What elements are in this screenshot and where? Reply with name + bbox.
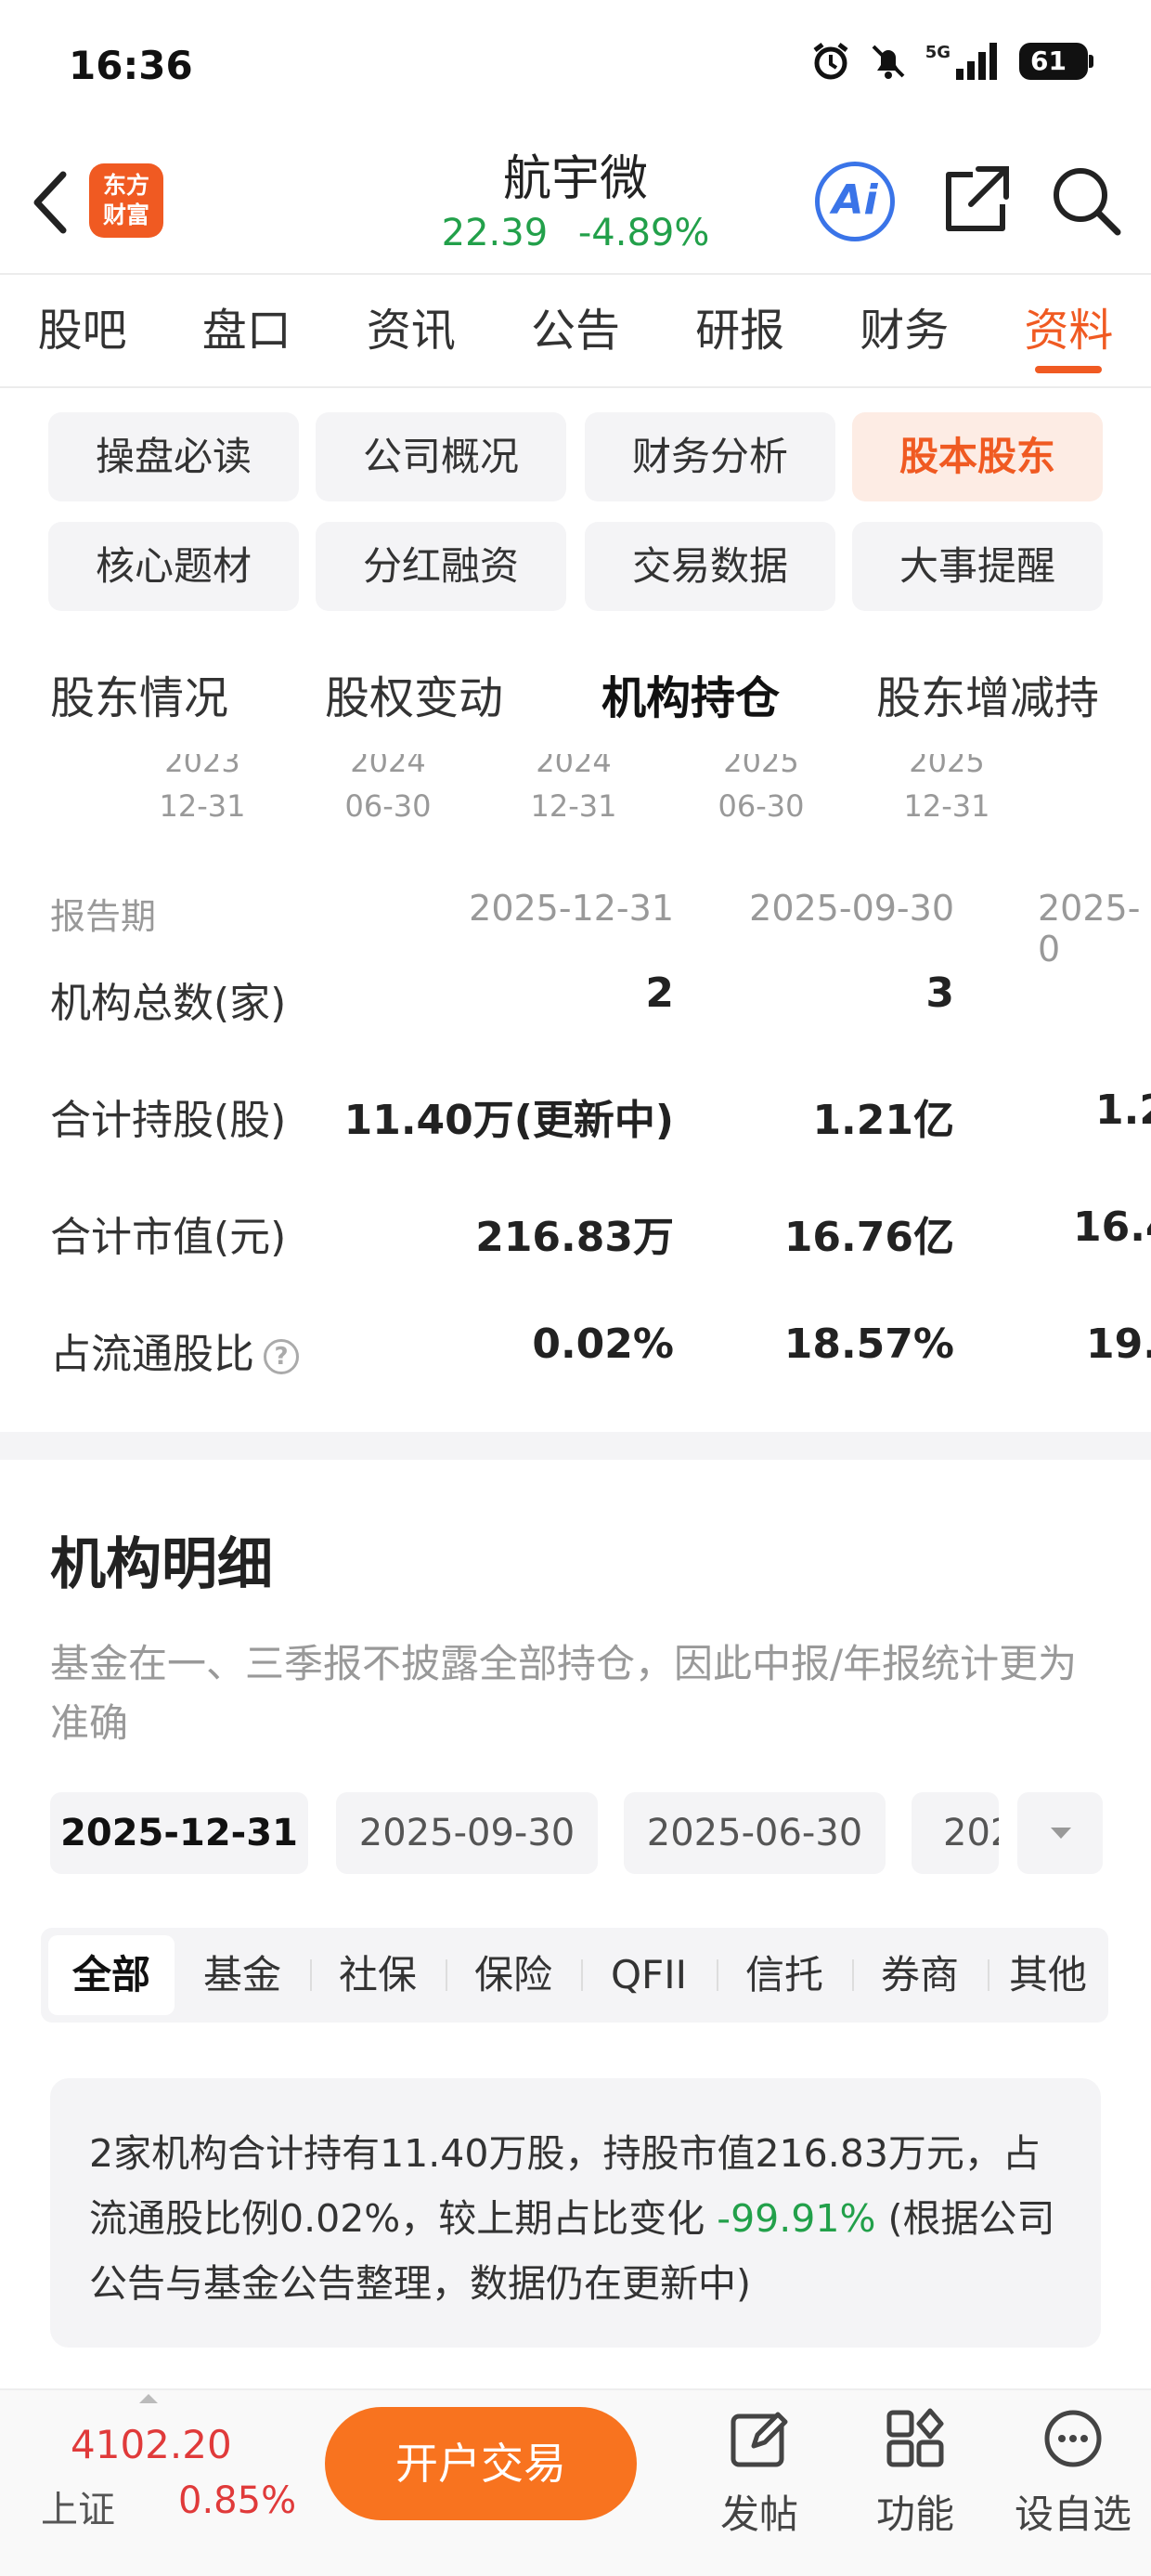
institution-filter-bar: 全部 基金 社保 保险 QFII 信托 券商 其他 [41,1928,1108,2023]
search-icon[interactable] [1047,162,1125,240]
index-name[interactable]: 上证 [41,2479,115,2533]
row-label-market-value: 合计市值(元) [50,1214,287,1261]
alarm-icon [813,43,848,80]
stock-change: -4.89% [577,212,710,254]
filter-social-security[interactable]: 社保 [310,1935,446,2015]
cell-float-ratio: 19. [1086,1321,1151,1368]
nav-post[interactable]: 发帖 [694,2405,824,2540]
network-label: 5G [925,42,951,62]
status-icons: 5G 61 [810,41,1093,82]
detail-note: 基金在一、三季报不披露全部持仓，因此中报/年报统计更为准确 [50,1641,1078,1746]
period-col-3[interactable]: 2025-0 [1038,888,1151,969]
chip-events[interactable]: 大事提醒 [852,522,1103,611]
period-col-2[interactable]: 2025-09-30 [749,888,954,929]
chip-trading-guide[interactable]: 操盘必读 [48,412,299,501]
cell-market-value: 16.76亿 [783,1214,954,1261]
chip-trading-data[interactable]: 交易数据 [585,522,835,611]
section-gap [0,1432,1151,1460]
filter-insurance[interactable]: 保险 [446,1935,581,2015]
cell-float-ratio: 18.57% [783,1321,954,1368]
cell-institution-count: 2 [645,969,674,1017]
index-value[interactable]: 4102.20 [71,2422,232,2467]
chip-company-overview[interactable]: 公司概况 [316,412,566,501]
chip-dividends-financing[interactable]: 分红融资 [316,522,566,611]
nav-post-label: 发帖 [719,2491,798,2537]
nav-watchlist-label: 设自选 [1014,2491,1132,2537]
nav-functions-label: 功能 [875,2491,954,2537]
cell-institution-count: 3 [925,969,954,1017]
main-tabs: 股吧 盘口 资讯 公告 研报 财务 资料 [0,275,1151,386]
tab-finance[interactable]: 财务 [822,275,987,386]
cell-market-value: 16.4 [1073,1203,1151,1251]
row-label-float-ratio: 占流通股比? [50,1321,299,1380]
grid-icon [886,2408,944,2467]
chip-equity-shareholders[interactable]: 股本股东 [852,412,1103,501]
row-label-total-shares: 合计持股(股) [50,1097,287,1144]
float-ratio-label: 占流通股比 [50,1331,254,1378]
signal-icon [956,43,997,80]
cell-float-ratio: 0.02% [532,1321,674,1368]
edit-icon [731,2412,788,2467]
cell-total-shares: 11.40万(更新中) [343,1097,674,1144]
tab-equity-changes[interactable]: 股权变动 [325,661,503,726]
date-dropdown-icon[interactable] [1017,1792,1103,1874]
timeline-clip [0,734,1151,754]
mute-icon [872,45,905,79]
chat-icon [1044,2410,1102,2467]
row-label-institution-count: 机构总数(家) [50,980,287,1027]
tabs-divider [0,386,1151,388]
date-chip[interactable]: 2025-06-30 [624,1792,886,1874]
tab-shareholders[interactable]: 股东情况 [50,661,228,726]
timeline-date: 12-31 [530,788,617,824]
date-chip-active[interactable]: 2025-12-31 [50,1792,308,1874]
ai-assistant-icon[interactable]: Ai [815,162,895,241]
chip-financial-analysis[interactable]: 财务分析 [585,412,835,501]
help-icon[interactable]: ? [264,1339,299,1374]
filter-qfii[interactable]: QFII [581,1935,717,2015]
tab-institutional-holdings[interactable]: 机构持仓 [601,661,780,726]
index-change[interactable]: 0.85% [178,2479,296,2522]
tab-guba[interactable]: 股吧 [0,275,164,386]
summary-change: -99.91% [717,2196,876,2241]
tab-shareholder-changes[interactable]: 股东增减持 [876,661,1099,726]
timeline-date: 12-31 [159,788,246,824]
open-account-button[interactable]: 开户交易 [325,2407,637,2520]
detail-title: 机构明细 [50,1532,273,1597]
filter-other[interactable]: 其他 [988,1935,1108,2015]
cell-total-shares: 1.2 [1095,1086,1151,1134]
cell-market-value: 216.83万 [475,1214,674,1261]
timeline-date: 06-30 [344,788,432,824]
tab-research[interactable]: 研报 [658,275,822,386]
tab-profile[interactable]: 资料 [987,275,1151,386]
share-icon[interactable] [936,162,1014,240]
nav-watchlist[interactable]: 设自选 [1008,2405,1138,2540]
nav-functions[interactable]: 功能 [850,2405,980,2540]
report-period-label: 报告期 [50,896,157,937]
filter-fund[interactable]: 基金 [175,1935,310,2015]
index-expand-icon[interactable] [139,2394,158,2403]
stock-price: 22.39 [441,212,549,254]
period-col-1[interactable]: 2025-12-31 [469,888,674,929]
tab-pankou[interactable]: 盘口 [164,275,329,386]
tab-news[interactable]: 资讯 [329,275,493,386]
filter-broker[interactable]: 券商 [852,1935,988,2015]
filter-trust[interactable]: 信托 [717,1935,852,2015]
filter-all[interactable]: 全部 [48,1935,175,2015]
summary-box: 2家机构合计持有11.40万股，持股市值216.83万元，占流通股比例0.02%… [50,2078,1101,2348]
chip-core-themes[interactable]: 核心题材 [48,522,299,611]
status-time: 16:36 [69,43,193,88]
tab-announcements[interactable]: 公告 [493,275,657,386]
cell-total-shares: 1.21亿 [812,1097,954,1144]
date-chip[interactable]: 202 [912,1792,999,1874]
timeline-date: 12-31 [903,788,990,824]
battery-icon: 61 [1019,43,1093,80]
timeline-date: 06-30 [718,788,805,824]
date-chip[interactable]: 2025-09-30 [336,1792,598,1874]
